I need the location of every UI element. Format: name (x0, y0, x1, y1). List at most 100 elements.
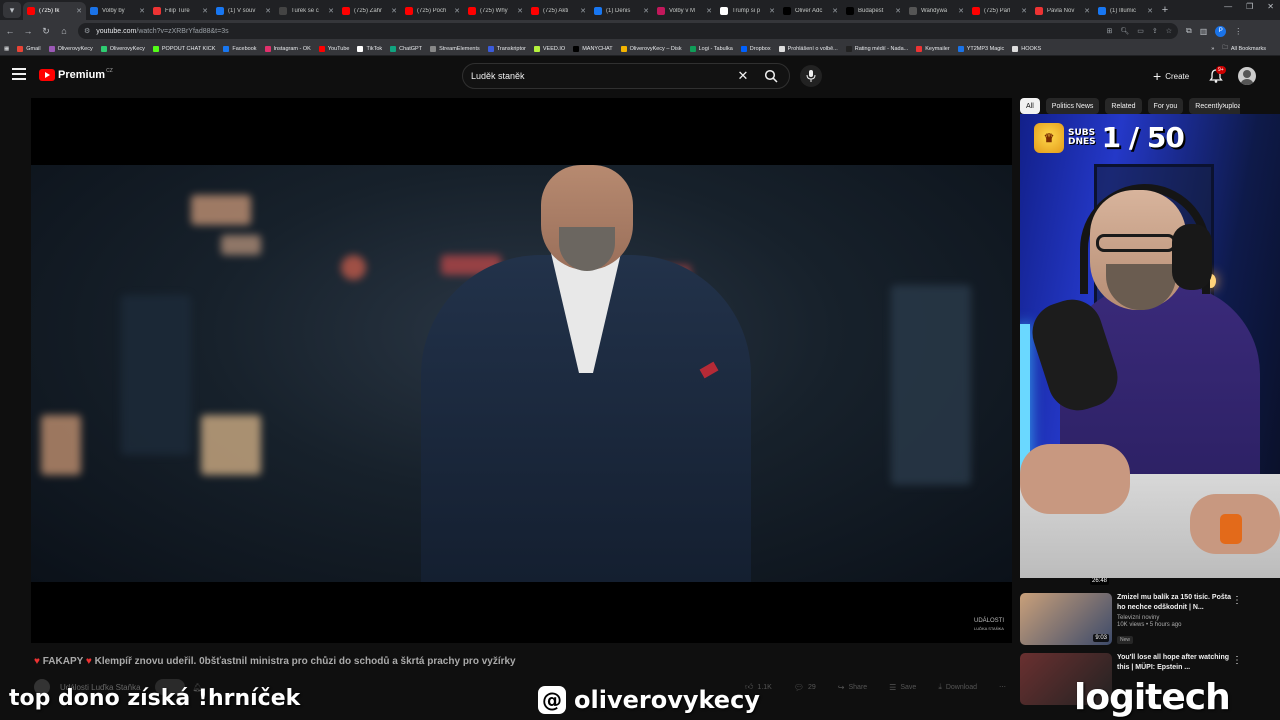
browser-tab[interactable]: (725) Parl ✕ (968, 2, 1031, 20)
browser-tab[interactable]: (725) Akti ✕ (527, 2, 590, 20)
browser-tab[interactable]: (725) Zahr ✕ (338, 2, 401, 20)
tab-close-icon[interactable]: ✕ (76, 7, 82, 15)
tab-close-icon[interactable]: ✕ (265, 7, 271, 15)
browser-tab[interactable]: Filip Ture ✕ (149, 2, 212, 20)
video-player[interactable]: UDÁLOSTI LUĎKA STAŇKA (31, 98, 1012, 643)
tab-close-icon[interactable]: ✕ (139, 7, 145, 15)
bookmark-star-icon[interactable]: ☆ (1166, 27, 1172, 35)
browser-menu-icon[interactable]: ⋮ (1234, 27, 1242, 36)
tab-close-icon[interactable]: ✕ (391, 7, 397, 15)
create-button[interactable]: + Create (1149, 67, 1193, 85)
tab-close-icon[interactable]: ✕ (643, 7, 649, 15)
browser-tab[interactable]: (1) Illumic ✕ (1094, 2, 1157, 20)
browser-tab[interactable]: Volby by ✕ (86, 2, 149, 20)
channel-watermark[interactable]: UDÁLOSTI LUĎKA STAŇKA (974, 618, 1004, 632)
bookmark-item[interactable]: ChatGPT (390, 45, 422, 52)
more-actions-button[interactable]: ⋯ (991, 679, 1014, 695)
bookmark-item[interactable]: Prohlášení o volbě... (778, 45, 838, 52)
bookmark-item[interactable]: HOOKS (1012, 45, 1041, 52)
recommendation-title[interactable]: You'll lose all hope after watching this… (1117, 653, 1235, 673)
bookmark-item[interactable]: Rating médií - Nada... (845, 45, 908, 52)
bookmark-item[interactable]: Keymailer (916, 45, 950, 52)
reload-icon[interactable]: ↻ (38, 26, 54, 37)
url-field[interactable]: ⚙ youtube.com /watch?v=zXRBrYfad88&t=3s … (78, 23, 1178, 39)
bookmark-item[interactable]: YouTube (318, 45, 349, 52)
clear-search-icon[interactable]: ✕ (733, 68, 753, 84)
zoom-icon[interactable]: 🔍︎ (1120, 27, 1129, 35)
bookmark-item[interactable]: POPOUT CHAT KICK (152, 45, 215, 52)
tab-close-icon[interactable]: ✕ (895, 7, 901, 15)
tab-close-icon[interactable]: ✕ (769, 7, 775, 15)
share-button[interactable]: ↪ Share (830, 679, 875, 695)
bookmark-item[interactable]: OliverovyKecy (100, 45, 145, 52)
save-button[interactable]: ☰ Save (881, 679, 924, 695)
search-input[interactable] (471, 71, 733, 81)
chips-next-icon[interactable]: › (1222, 100, 1225, 111)
browser-tab[interactable]: Oliver Adc ✕ (779, 2, 842, 20)
browser-tab[interactable]: (725) Ik ✕ (23, 2, 86, 20)
recommendation-title[interactable]: Zmizel mu balík za 150 tisíc. Pošta ho n… (1117, 593, 1235, 613)
tab-close-icon[interactable]: ✕ (832, 7, 838, 15)
extensions-icon[interactable]: ⧉ (1186, 26, 1192, 36)
tab-search-button[interactable]: ▾ (3, 2, 21, 18)
browser-tab[interactable]: (725) Poch ✕ (401, 2, 464, 20)
bookmark-item[interactable]: StreamElements (430, 45, 480, 52)
bookmark-item[interactable]: Transkriptor (487, 45, 526, 52)
tab-close-icon[interactable]: ✕ (1147, 7, 1153, 15)
browser-tab[interactable]: Budapest ✕ (842, 2, 905, 20)
new-tab-button[interactable]: + (1157, 4, 1173, 16)
filter-chip[interactable]: Related (1105, 98, 1142, 114)
tab-close-icon[interactable]: ✕ (706, 7, 712, 15)
filter-chip[interactable]: All (1020, 98, 1040, 114)
browser-tab[interactable]: Turek se c ✕ (275, 2, 338, 20)
all-bookmarks-button[interactable]: 🗀 All Bookmarks (1222, 44, 1266, 53)
browser-tab[interactable]: (1) Denis ✕ (590, 2, 653, 20)
browser-tab[interactable]: Pavla Nov ✕ (1031, 2, 1094, 20)
video-frame[interactable] (31, 165, 1012, 582)
browser-tab[interactable]: Trump si p ✕ (716, 2, 779, 20)
filter-chip[interactable]: Politics News (1045, 98, 1100, 114)
bookmark-item[interactable]: Facebook (223, 45, 257, 52)
bookmark-item[interactable]: TikTok (357, 45, 382, 52)
more-bookmarks-icon[interactable]: » (1211, 46, 1214, 52)
tab-close-icon[interactable]: ✕ (454, 7, 460, 15)
apps-icon[interactable]: ▦ (4, 46, 9, 52)
bookmark-item[interactable]: VEED.IO (533, 45, 565, 52)
tab-close-icon[interactable]: ✕ (1021, 7, 1027, 15)
share-icon[interactable]: ⇪ (1152, 27, 1158, 35)
recommendation-item[interactable]: 9:03 Zmizel mu balík za 150 tisíc. Pošta… (1020, 593, 1246, 647)
bookmark-item[interactable]: OliverovyKecy (48, 45, 93, 52)
video-thumbnail[interactable]: 9:03 (1020, 593, 1112, 645)
close-window-icon[interactable]: ✕ (1267, 2, 1274, 11)
youtube-premium-logo[interactable]: Premium CZ (39, 68, 113, 81)
bookmark-item[interactable]: YT2MP3 Magic (957, 45, 1004, 52)
profile-avatar[interactable]: P (1215, 25, 1227, 37)
search-button[interactable] (753, 64, 789, 88)
home-icon[interactable]: ⌂ (56, 26, 72, 36)
bookmark-item[interactable]: Gmail (17, 45, 41, 52)
more-options-icon[interactable]: ⋮ (1232, 655, 1242, 666)
browser-tab[interactable]: Wandywa ✕ (905, 2, 968, 20)
recommendation-channel[interactable]: Televizní noviny (1117, 615, 1235, 621)
browser-tab[interactable]: (1) V souv ✕ (212, 2, 275, 20)
tab-close-icon[interactable]: ✕ (517, 7, 523, 15)
sidepanel-icon[interactable]: ▥ (1200, 27, 1208, 36)
filter-chip[interactable]: For you (1147, 98, 1184, 114)
bookmark-item[interactable]: Dropbox (740, 45, 771, 52)
more-options-icon[interactable]: ⋮ (1232, 595, 1242, 606)
minimize-icon[interactable]: — (1224, 2, 1232, 11)
tab-close-icon[interactable]: ✕ (958, 7, 964, 15)
bookmark-item[interactable]: MANYCHAT (573, 45, 613, 52)
forward-icon[interactable]: → (20, 26, 36, 36)
tab-close-icon[interactable]: ✕ (1084, 7, 1090, 15)
back-icon[interactable]: ← (2, 26, 18, 36)
tab-close-icon[interactable]: ✕ (328, 7, 334, 15)
bookmark-item[interactable]: OliverovyKecy – Disk (620, 45, 682, 52)
account-avatar[interactable] (1238, 67, 1256, 85)
site-info-icon[interactable]: ⚙ (84, 27, 90, 35)
maximize-icon[interactable]: ❐ (1246, 2, 1253, 11)
voice-search-button[interactable] (800, 65, 822, 87)
browser-tab[interactable]: Volby v M ✕ (653, 2, 716, 20)
bookmark-item[interactable]: Logi - Tabulka (689, 45, 733, 52)
bookmark-item[interactable]: Instagram - OK (264, 45, 311, 52)
